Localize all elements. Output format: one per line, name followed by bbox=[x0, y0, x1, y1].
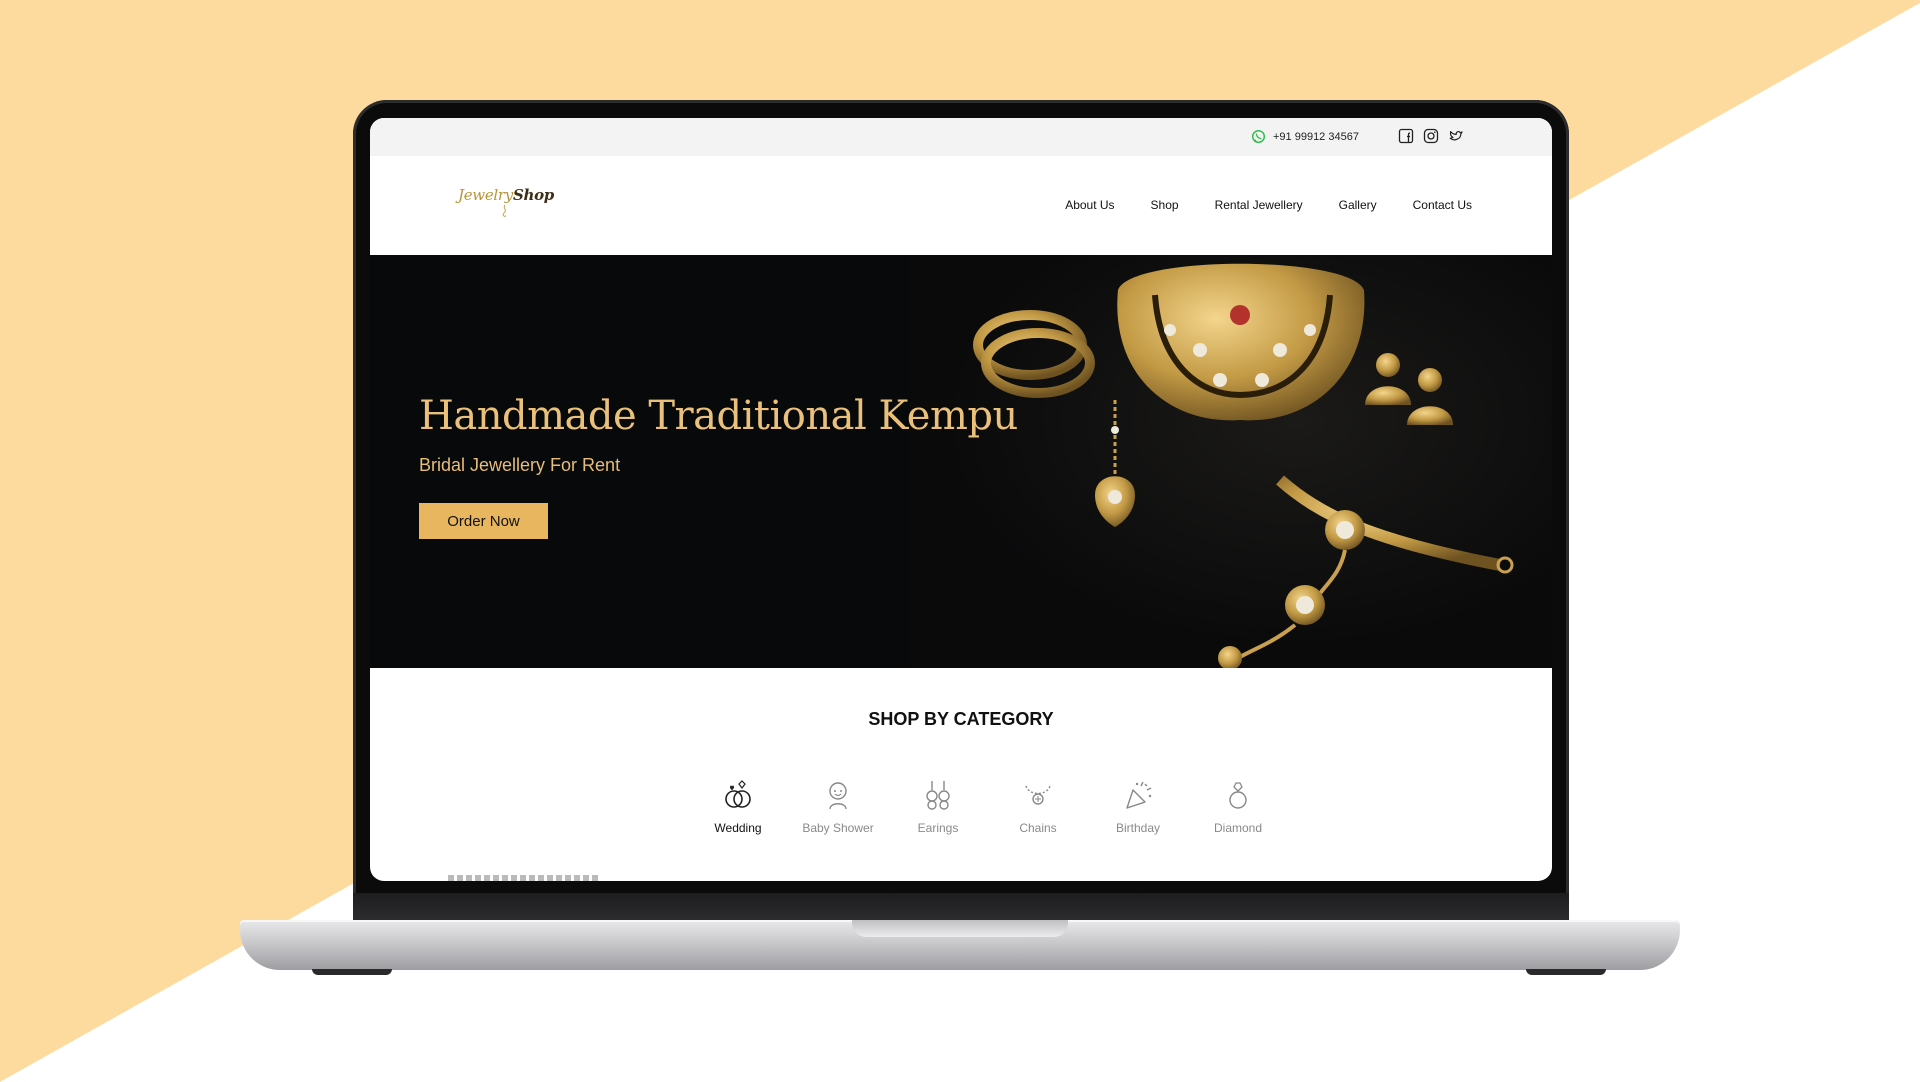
category-baby-shower[interactable]: Baby Shower bbox=[788, 778, 888, 835]
nav-about-us[interactable]: About Us bbox=[1065, 198, 1114, 212]
instagram-icon[interactable] bbox=[1423, 128, 1439, 144]
maang-tikka-image bbox=[1095, 400, 1135, 527]
category-label-wedding: Wedding bbox=[714, 821, 762, 835]
site-header: JewelryShop About Us Shop Rental Jewelle… bbox=[370, 156, 1552, 256]
nav-gallery[interactable]: Gallery bbox=[1339, 198, 1377, 212]
hand-chain-image bbox=[1218, 475, 1514, 668]
party-popper-icon bbox=[1126, 781, 1152, 809]
phone-contact[interactable]: +91 99912 34567 bbox=[1251, 129, 1359, 144]
wedding-rings-icon bbox=[725, 780, 751, 808]
earrings-icon bbox=[926, 781, 950, 810]
logo-swirl-icon bbox=[502, 204, 507, 217]
twitter-icon[interactable] bbox=[1448, 128, 1464, 144]
hero-banner: Handmade Traditional Kempu Bridal Jewell… bbox=[370, 255, 1552, 668]
category-label-chains: Chains bbox=[1019, 821, 1057, 835]
order-now-button[interactable]: Order Now bbox=[419, 503, 548, 539]
hero-subtitle: Bridal Jewellery For Rent bbox=[419, 455, 621, 475]
logo-text-jewelry: Jewelry bbox=[458, 186, 513, 204]
laptop-notch bbox=[852, 920, 1068, 937]
category-list: Wedding Baby Shower Earings Chains Birth… bbox=[688, 778, 1288, 835]
logo[interactable]: JewelryShop bbox=[458, 186, 554, 204]
necklace-image bbox=[1117, 263, 1365, 421]
main-nav: About Us Shop Rental Jewellery Gallery C… bbox=[1065, 198, 1472, 212]
hero-title: Handmade Traditional Kempu bbox=[419, 393, 1018, 439]
whatsapp-icon bbox=[1251, 129, 1266, 144]
top-bar: +91 99912 34567 bbox=[370, 118, 1552, 156]
nav-contact-us[interactable]: Contact Us bbox=[1413, 198, 1472, 212]
laptop-foot-right bbox=[1526, 969, 1606, 975]
baby-icon bbox=[829, 782, 847, 810]
category-diamond[interactable]: Diamond bbox=[1188, 778, 1288, 835]
category-chains[interactable]: Chains bbox=[988, 778, 1088, 835]
laptop-screen: +91 99912 34567 JewelryShop About Us Sho… bbox=[370, 118, 1552, 881]
category-earings[interactable]: Earings bbox=[888, 778, 988, 835]
category-birthday[interactable]: Birthday bbox=[1088, 778, 1188, 835]
category-wedding[interactable]: Wedding bbox=[688, 778, 788, 835]
social-links bbox=[1398, 128, 1464, 144]
nav-shop[interactable]: Shop bbox=[1151, 198, 1179, 212]
diamond-ring-icon bbox=[1229, 782, 1247, 809]
laptop-foot-left bbox=[312, 969, 392, 975]
necklace-icon bbox=[1025, 785, 1051, 805]
logo-text-shop: Shop bbox=[512, 186, 554, 204]
nav-rental-jewellery[interactable]: Rental Jewellery bbox=[1215, 198, 1303, 212]
facebook-icon[interactable] bbox=[1398, 128, 1414, 144]
category-label-earings: Earings bbox=[917, 821, 959, 835]
earrings-image bbox=[1365, 353, 1453, 425]
category-label-diamond: Diamond bbox=[1213, 821, 1263, 835]
phone-number: +91 99912 34567 bbox=[1273, 130, 1359, 143]
category-label-baby-shower: Baby Shower bbox=[802, 821, 874, 835]
shop-by-category-title: SHOP BY CATEGORY bbox=[868, 709, 1054, 729]
cut-off-section-text bbox=[448, 875, 598, 881]
category-label-birthday: Birthday bbox=[1115, 821, 1161, 835]
bangles-image bbox=[973, 310, 1095, 398]
